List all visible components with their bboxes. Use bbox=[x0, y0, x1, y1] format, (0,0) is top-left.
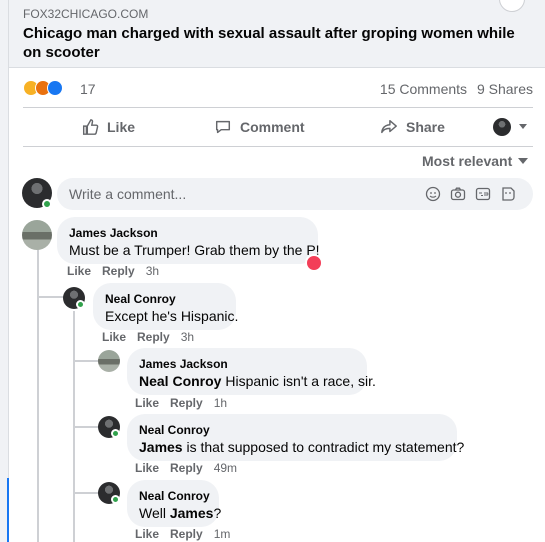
comment-like-link[interactable]: Like bbox=[102, 330, 126, 344]
comment-button[interactable]: Comment bbox=[214, 110, 305, 144]
gif-icon[interactable] bbox=[475, 186, 491, 202]
comment-reply-link[interactable]: Reply bbox=[102, 264, 135, 278]
avatar bbox=[493, 118, 511, 136]
comment-bubble: Neal Conroy James is that supposed to co… bbox=[127, 414, 464, 461]
comment-like-link[interactable]: Like bbox=[135, 461, 159, 475]
online-status-dot bbox=[111, 495, 120, 504]
comment-icon bbox=[215, 120, 231, 134]
mention-link[interactable]: James bbox=[170, 505, 214, 521]
love-reaction-icon[interactable] bbox=[305, 254, 323, 272]
link-preview[interactable]: FOX32CHICAGO.COM Chicago man charged wit… bbox=[9, 0, 545, 68]
reaction-count[interactable]: 17 bbox=[80, 81, 96, 97]
comment-text: Except he's Hispanic. bbox=[105, 308, 239, 324]
share-label: Share bbox=[406, 119, 445, 135]
commenter-avatar[interactable] bbox=[22, 220, 52, 250]
caret-down-icon bbox=[519, 124, 527, 129]
sort-dropdown[interactable]: Most relevant bbox=[422, 153, 529, 169]
more-options-button[interactable] bbox=[499, 0, 525, 12]
share-button[interactable]: Share bbox=[380, 110, 445, 144]
focus-indicator bbox=[7, 478, 9, 542]
commenter-avatar[interactable] bbox=[98, 350, 120, 372]
sticker-icon[interactable] bbox=[500, 186, 516, 202]
online-status-dot bbox=[111, 429, 120, 438]
link-headline[interactable]: Chicago man charged with sexual assault … bbox=[23, 24, 523, 62]
engagement-counts: 15 Comments 9 Shares bbox=[374, 81, 533, 97]
comment-meta: Like Reply 3h bbox=[102, 330, 194, 344]
online-status-dot bbox=[42, 199, 52, 209]
share-arrow-icon bbox=[381, 119, 397, 134]
comment-meta: Like Reply 49m bbox=[135, 461, 237, 475]
comment-body: Well bbox=[139, 505, 170, 521]
comment-text: Neal Conroy Hispanic isn't a race, sir. bbox=[139, 372, 376, 391]
like-reaction-icon bbox=[47, 80, 63, 96]
mention-link[interactable]: James bbox=[139, 439, 183, 455]
thread-line bbox=[37, 249, 39, 542]
comment-reply-link[interactable]: Reply bbox=[170, 461, 203, 475]
comments-count[interactable]: 15 Comments bbox=[380, 81, 467, 97]
thread-line bbox=[73, 360, 101, 362]
comment-timestamp[interactable]: 1m bbox=[214, 527, 231, 541]
link-domain: FOX32CHICAGO.COM bbox=[23, 7, 149, 21]
comment-body: Hispanic isn't a race, sir. bbox=[221, 373, 376, 389]
thread-line bbox=[73, 426, 101, 428]
comment-timestamp[interactable]: 49m bbox=[214, 461, 237, 475]
comment-author[interactable]: Neal Conroy bbox=[139, 422, 445, 438]
comment-like-link[interactable]: Like bbox=[135, 527, 159, 541]
comment-text: Must be a Trumper! Grab them by the P! bbox=[69, 242, 320, 258]
comment-timestamp[interactable]: 1h bbox=[214, 396, 227, 410]
comment-reply-link[interactable]: Reply bbox=[170, 527, 203, 541]
comment-body: is that supposed to contradict my statem… bbox=[182, 439, 465, 455]
comment-reply-link[interactable]: Reply bbox=[170, 396, 203, 410]
online-status-dot bbox=[76, 300, 85, 309]
comment-like-link[interactable]: Like bbox=[67, 264, 91, 278]
comment-text: James is that supposed to contradict my … bbox=[139, 438, 464, 457]
comment-placeholder: Write a comment... bbox=[69, 186, 187, 202]
thread-line bbox=[37, 296, 65, 298]
comment-like-link[interactable]: Like bbox=[135, 396, 159, 410]
camera-icon[interactable] bbox=[450, 186, 466, 202]
emoji-icon[interactable] bbox=[425, 186, 441, 202]
audience-selector[interactable] bbox=[493, 110, 527, 144]
caret-down-icon bbox=[518, 157, 529, 164]
comment-bubble: Neal Conroy Except he's Hispanic. bbox=[93, 283, 239, 330]
divider bbox=[23, 146, 533, 147]
post-actions: Like Comment Share bbox=[23, 110, 533, 144]
thumbs-up-icon bbox=[82, 119, 99, 135]
comment-author[interactable]: Neal Conroy bbox=[105, 291, 224, 307]
comment-input[interactable]: Write a comment... bbox=[57, 178, 533, 210]
like-label: Like bbox=[107, 119, 136, 135]
comment-author[interactable]: James Jackson bbox=[139, 356, 355, 372]
comment-timestamp[interactable]: 3h bbox=[181, 330, 194, 344]
shares-count[interactable]: 9 Shares bbox=[477, 81, 533, 97]
comment-bubble: Neal Conroy Well James? bbox=[127, 480, 221, 527]
thread-line bbox=[73, 492, 101, 494]
comment-body: ? bbox=[213, 505, 222, 521]
comment-bubble: James Jackson Neal Conroy Hispanic isn't… bbox=[127, 348, 376, 395]
comment-timestamp[interactable]: 3h bbox=[146, 264, 159, 278]
sort-label: Most relevant bbox=[422, 153, 513, 169]
post-card: FOX32CHICAGO.COM Chicago man charged wit… bbox=[8, 0, 545, 542]
comment-reply-link[interactable]: Reply bbox=[137, 330, 170, 344]
reactions-summary: 17 15 Comments 9 Shares bbox=[23, 80, 533, 100]
comment-meta: Like Reply 1h bbox=[135, 396, 227, 410]
like-button[interactable]: Like bbox=[81, 110, 135, 144]
comment-author[interactable]: Neal Conroy bbox=[139, 488, 210, 504]
comment-bubble: James Jackson Must be a Trumper! Grab th… bbox=[57, 217, 320, 264]
mention-link[interactable]: Neal Conroy bbox=[139, 373, 221, 389]
comment-author[interactable]: James Jackson bbox=[69, 225, 306, 241]
comment-label: Comment bbox=[240, 119, 305, 135]
comment-text: Well James? bbox=[139, 504, 221, 523]
divider bbox=[23, 107, 533, 108]
comment-meta: Like Reply 1m bbox=[135, 527, 230, 541]
comment-meta: Like Reply 3h bbox=[67, 264, 159, 278]
